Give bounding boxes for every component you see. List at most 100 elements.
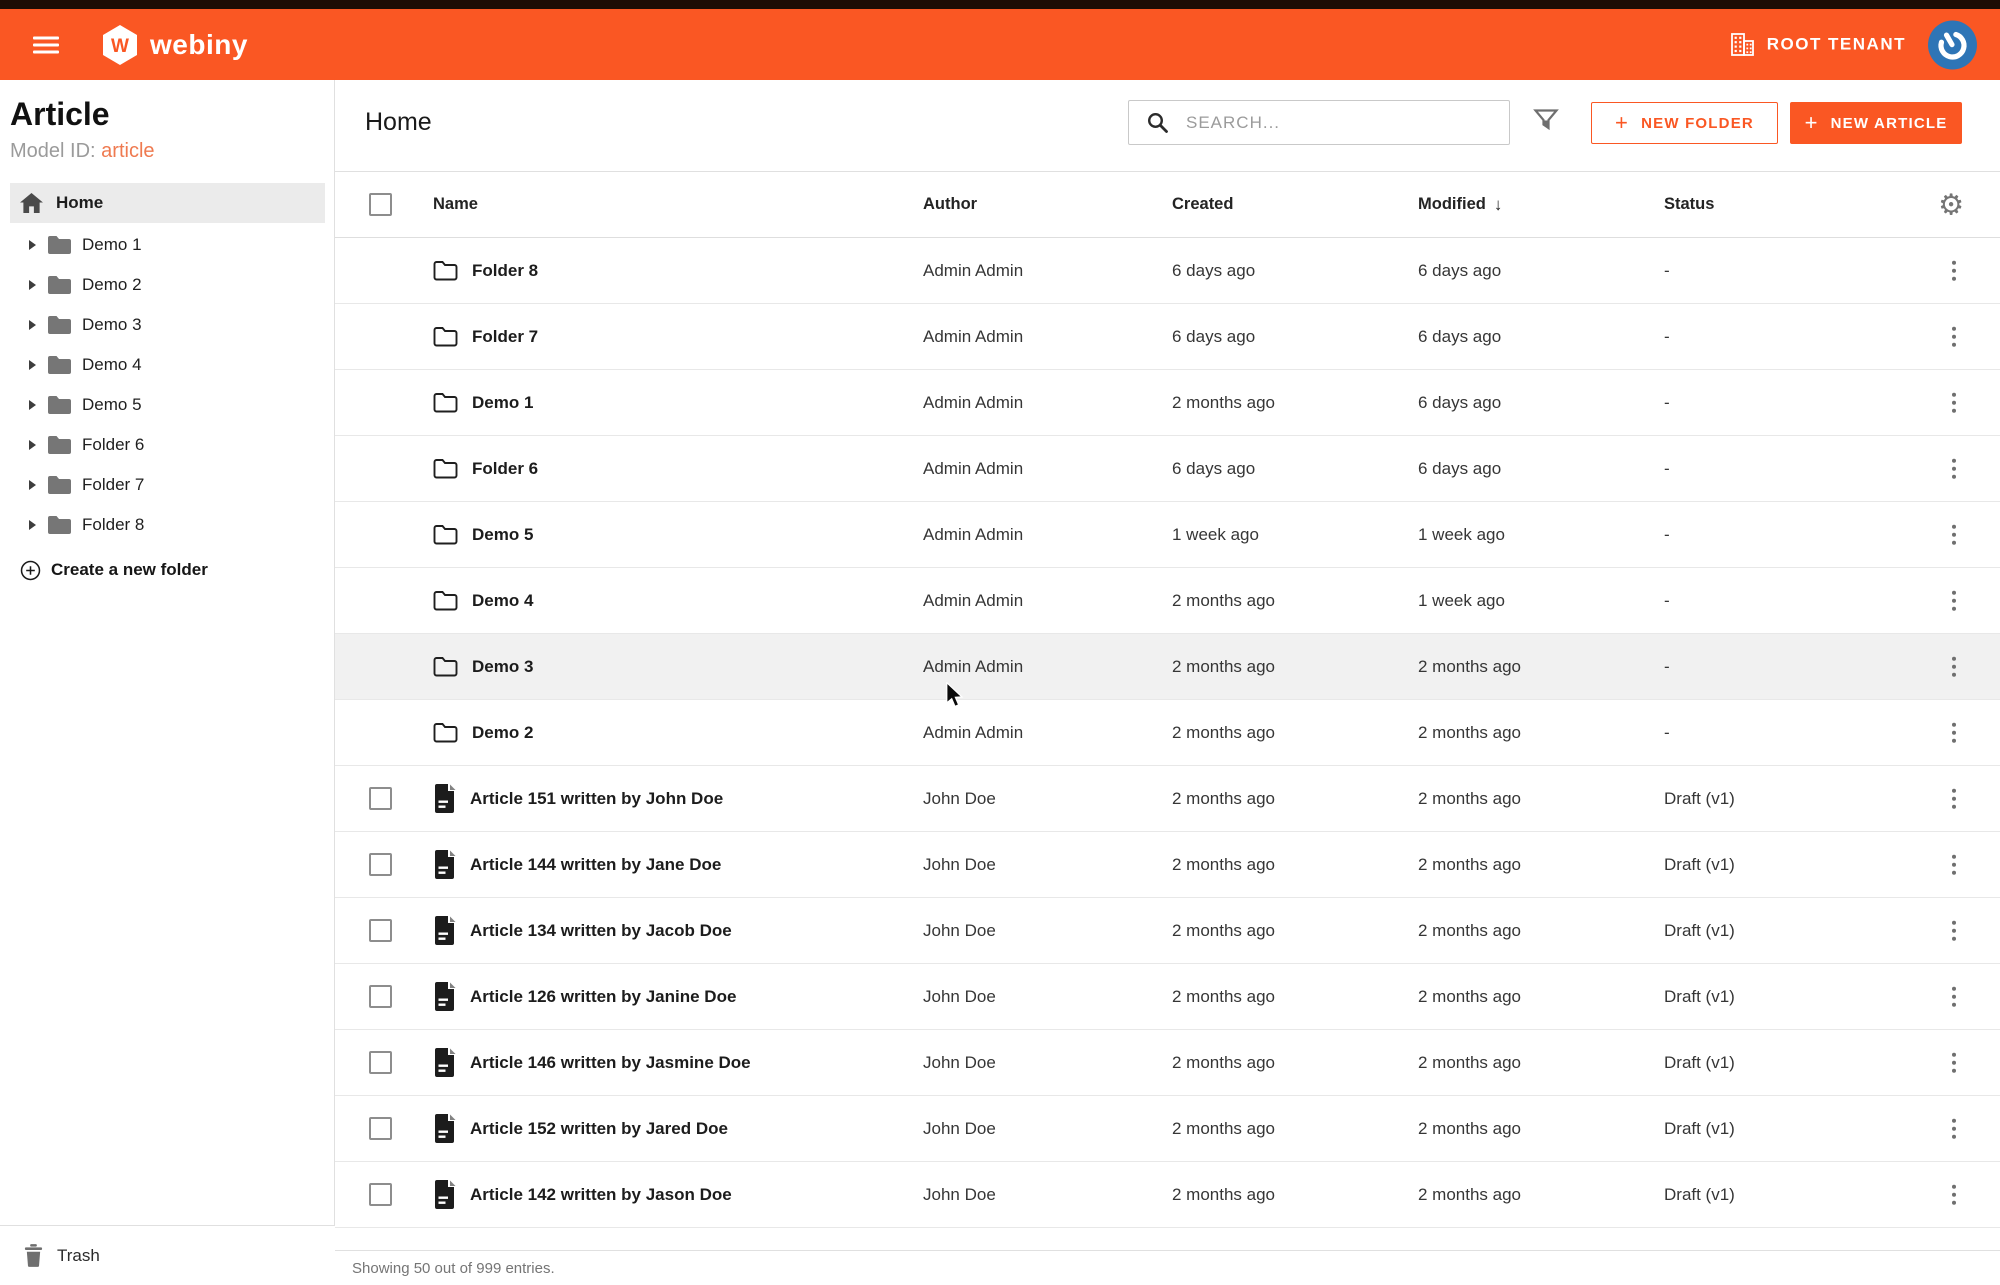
row-actions-kebab-icon[interactable] <box>1948 586 1961 615</box>
row-author-cell: Admin Admin <box>923 393 1172 413</box>
table-row[interactable]: Folder 7Admin Admin6 days ago6 days ago- <box>335 304 2000 370</box>
row-actions-kebab-icon[interactable] <box>1948 388 1961 417</box>
table-row[interactable]: Folder 8Admin Admin6 days ago6 days ago- <box>335 238 2000 304</box>
table-row[interactable]: Folder 6Admin Admin6 days ago6 days ago- <box>335 436 2000 502</box>
row-actions-kebab-icon[interactable] <box>1948 454 1961 483</box>
row-actions-kebab-icon[interactable] <box>1948 652 1961 681</box>
entry-name-link[interactable]: Article 142 written by Jason Doe <box>470 1185 732 1205</box>
table-settings-gear-icon[interactable]: ⚙ <box>1938 190 1964 219</box>
row-checkbox[interactable] <box>369 1183 392 1206</box>
row-modified-cell: 2 months ago <box>1418 1119 1664 1139</box>
row-actions-kebab-icon[interactable] <box>1948 322 1961 351</box>
entry-name-link[interactable]: Article 151 written by John Doe <box>470 789 723 809</box>
column-header-modified[interactable]: Modified ↓ <box>1418 195 1664 215</box>
tenant-selector[interactable]: ROOT TENANT <box>1730 33 1906 57</box>
new-article-button[interactable]: + NEW ARTICLE <box>1790 102 1962 144</box>
sidebar-folder-item[interactable]: Folder 6 <box>0 425 335 465</box>
caret-right-icon[interactable] <box>28 519 37 531</box>
entry-name-link[interactable]: Article 144 written by Jane Doe <box>470 855 721 875</box>
sidebar-folder-item[interactable]: Demo 2 <box>0 265 335 305</box>
webiny-logo[interactable]: W webiny <box>101 24 248 66</box>
folder-icon <box>47 355 72 375</box>
row-checkbox[interactable] <box>369 1117 392 1140</box>
column-header-name[interactable]: Name <box>433 195 923 214</box>
search-input[interactable] <box>1184 112 1509 134</box>
table-row[interactable]: Demo 2Admin Admin2 months ago2 months ag… <box>335 700 2000 766</box>
row-actions-kebab-icon[interactable] <box>1948 256 1961 285</box>
row-author-cell: Admin Admin <box>923 591 1172 611</box>
sidebar-folder-item[interactable]: Demo 1 <box>0 225 335 265</box>
entry-name-link[interactable]: Demo 4 <box>472 591 533 611</box>
entry-name-link[interactable]: Demo 2 <box>472 723 533 743</box>
entry-name-link[interactable]: Folder 8 <box>472 261 538 281</box>
row-actions-kebab-icon[interactable] <box>1948 1114 1961 1143</box>
row-checkbox[interactable] <box>369 853 392 876</box>
column-header-created[interactable]: Created <box>1172 195 1418 214</box>
entry-name-link[interactable]: Article 134 written by Jacob Doe <box>470 921 732 941</box>
sidebar-folder-item[interactable]: Demo 3 <box>0 305 335 345</box>
row-actions-kebab-icon[interactable] <box>1948 520 1961 549</box>
create-folder-button[interactable]: Create a new folder <box>20 550 208 590</box>
sidebar-folder-item[interactable]: Folder 7 <box>0 465 335 505</box>
table-row[interactable]: Article 151 written by John DoeJohn Doe2… <box>335 766 2000 832</box>
folder-icon <box>47 515 72 535</box>
entry-name-link[interactable]: Demo 5 <box>472 525 533 545</box>
table-row[interactable]: Article 152 written by Jared DoeJohn Doe… <box>335 1096 2000 1162</box>
entry-name-link[interactable]: Demo 1 <box>472 393 533 413</box>
row-author-cell: Admin Admin <box>923 459 1172 479</box>
table-row[interactable] <box>335 1228 2000 1250</box>
row-actions-kebab-icon[interactable] <box>1948 850 1961 879</box>
table-header-row: Name Author Created Modified ↓ Status ⚙ <box>335 172 2000 238</box>
caret-right-icon[interactable] <box>28 239 37 251</box>
file-icon <box>433 982 456 1011</box>
table-row[interactable]: Article 144 written by Jane DoeJohn Doe2… <box>335 832 2000 898</box>
create-folder-label: Create a new folder <box>51 560 208 580</box>
table-row[interactable]: Article 146 written by Jasmine DoeJohn D… <box>335 1030 2000 1096</box>
table-row[interactable]: Article 142 written by Jason DoeJohn Doe… <box>335 1162 2000 1228</box>
entry-name-link[interactable]: Folder 7 <box>472 327 538 347</box>
table-row[interactable]: Article 134 written by Jacob DoeJohn Doe… <box>335 898 2000 964</box>
sidebar-folder-item[interactable]: Demo 4 <box>0 345 335 385</box>
row-checkbox[interactable] <box>369 787 392 810</box>
content-model-sidebar: Article Model ID: article Home Demo 1Dem… <box>0 80 335 1285</box>
row-checkbox[interactable] <box>369 919 392 942</box>
caret-right-icon[interactable] <box>28 279 37 291</box>
entry-name-link[interactable]: Folder 6 <box>472 459 538 479</box>
column-header-author[interactable]: Author <box>923 195 1172 214</box>
sidebar-item-trash[interactable]: Trash <box>0 1225 335 1285</box>
entry-name-link[interactable]: Article 146 written by Jasmine Doe <box>470 1053 751 1073</box>
row-checkbox[interactable] <box>369 1051 392 1074</box>
caret-right-icon[interactable] <box>28 479 37 491</box>
table-row[interactable]: Demo 4Admin Admin2 months ago1 week ago- <box>335 568 2000 634</box>
search-box[interactable] <box>1128 100 1510 145</box>
entry-name-link[interactable]: Demo 3 <box>472 657 533 677</box>
table-row[interactable]: Demo 1Admin Admin2 months ago6 days ago- <box>335 370 2000 436</box>
select-all-checkbox[interactable] <box>369 193 392 216</box>
caret-right-icon[interactable] <box>28 439 37 451</box>
row-actions-kebab-icon[interactable] <box>1948 982 1961 1011</box>
filter-button[interactable] <box>1533 108 1559 143</box>
row-actions-kebab-icon[interactable] <box>1948 784 1961 813</box>
row-actions-kebab-icon[interactable] <box>1948 1180 1961 1209</box>
folder-icon <box>47 235 72 255</box>
user-avatar[interactable] <box>1928 20 1977 69</box>
menu-hamburger-icon[interactable] <box>33 36 59 53</box>
sidebar-item-home[interactable]: Home <box>10 183 325 223</box>
sidebar-folder-item[interactable]: Demo 5 <box>0 385 335 425</box>
caret-right-icon[interactable] <box>28 319 37 331</box>
table-row[interactable]: Demo 3Admin Admin2 months ago2 months ag… <box>335 634 2000 700</box>
row-created-cell: 2 months ago <box>1172 1119 1418 1139</box>
entry-name-link[interactable]: Article 152 written by Jared Doe <box>470 1119 728 1139</box>
row-actions-kebab-icon[interactable] <box>1948 1048 1961 1077</box>
row-actions-kebab-icon[interactable] <box>1948 916 1961 945</box>
table-row[interactable]: Article 126 written by Janine DoeJohn Do… <box>335 964 2000 1030</box>
table-row[interactable]: Demo 5Admin Admin1 week ago1 week ago- <box>335 502 2000 568</box>
model-id-value[interactable]: article <box>101 140 154 162</box>
sidebar-folder-item[interactable]: Folder 8 <box>0 505 335 545</box>
caret-right-icon[interactable] <box>28 359 37 371</box>
entry-name-link[interactable]: Article 126 written by Janine Doe <box>470 987 736 1007</box>
row-actions-kebab-icon[interactable] <box>1948 718 1961 747</box>
row-checkbox[interactable] <box>369 985 392 1008</box>
caret-right-icon[interactable] <box>28 399 37 411</box>
new-folder-button[interactable]: + NEW FOLDER <box>1591 102 1778 144</box>
